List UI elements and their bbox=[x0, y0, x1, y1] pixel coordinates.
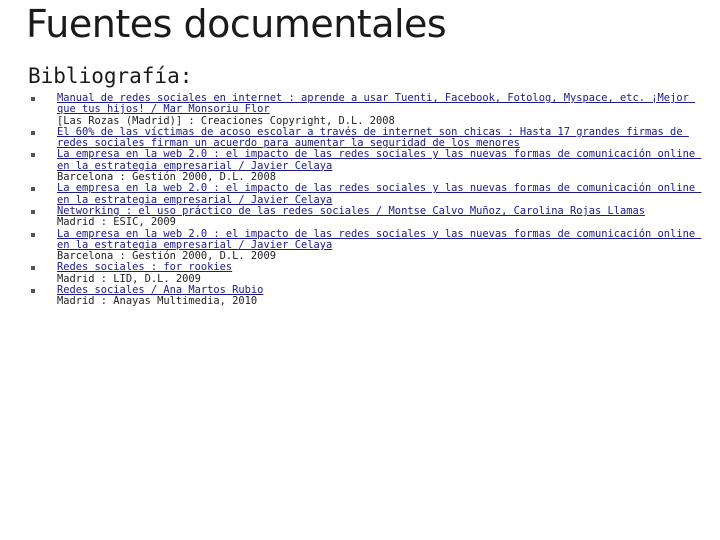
bullet-icon bbox=[31, 289, 35, 294]
page-title: Fuentes documentales bbox=[26, 2, 447, 46]
list-item: La empresa en la web 2.0 : el impacto de… bbox=[30, 228, 710, 263]
entry-link[interactable]: La empresa en la web 2.0 : el impacto de… bbox=[57, 228, 710, 252]
bullet-icon bbox=[31, 130, 35, 135]
bullet-icon bbox=[31, 97, 35, 101]
bullet-icon bbox=[31, 187, 35, 192]
entry-link[interactable]: El 60% de las víctimas de acoso escolar … bbox=[57, 126, 710, 150]
list-item: La empresa en la web 2.0 : el impacto de… bbox=[30, 149, 710, 183]
bullet-icon bbox=[31, 209, 35, 214]
bullet-icon bbox=[31, 232, 35, 237]
list-item: Networking : el uso práctico de las rede… bbox=[30, 205, 710, 229]
entry-imprint: Madrid : ESIC, 2009 bbox=[57, 216, 176, 229]
entry-link[interactable]: La empresa en la web 2.0 : el impacto de… bbox=[57, 183, 710, 206]
bullet-icon bbox=[31, 266, 35, 271]
list-item: Redes sociales : for rookies Madrid : LI… bbox=[30, 262, 710, 285]
list-item: El 60% de las víctimas de acoso escolar … bbox=[30, 126, 710, 150]
list-item: La empresa en la web 2.0 : el impacto de… bbox=[30, 183, 710, 206]
entry-link[interactable]: La empresa en la web 2.0 : el impacto de… bbox=[57, 149, 710, 172]
section-heading: Bibliografía: bbox=[28, 64, 193, 88]
list-item: Manual de redes sociales en internet : a… bbox=[30, 92, 710, 127]
entry-imprint: Madrid : Anayas Multimedia, 2010 bbox=[57, 295, 258, 308]
list-item: Redes sociales / Ana Martos Rubio Madrid… bbox=[30, 284, 710, 308]
bibliography-list: Manual de redes sociales en internet : a… bbox=[30, 92, 710, 308]
entry-link[interactable]: Manual de redes sociales en internet : a… bbox=[57, 92, 710, 116]
bullet-icon bbox=[31, 153, 35, 158]
slide: Fuentes documentales Bibliografía: Manua… bbox=[0, 0, 720, 540]
